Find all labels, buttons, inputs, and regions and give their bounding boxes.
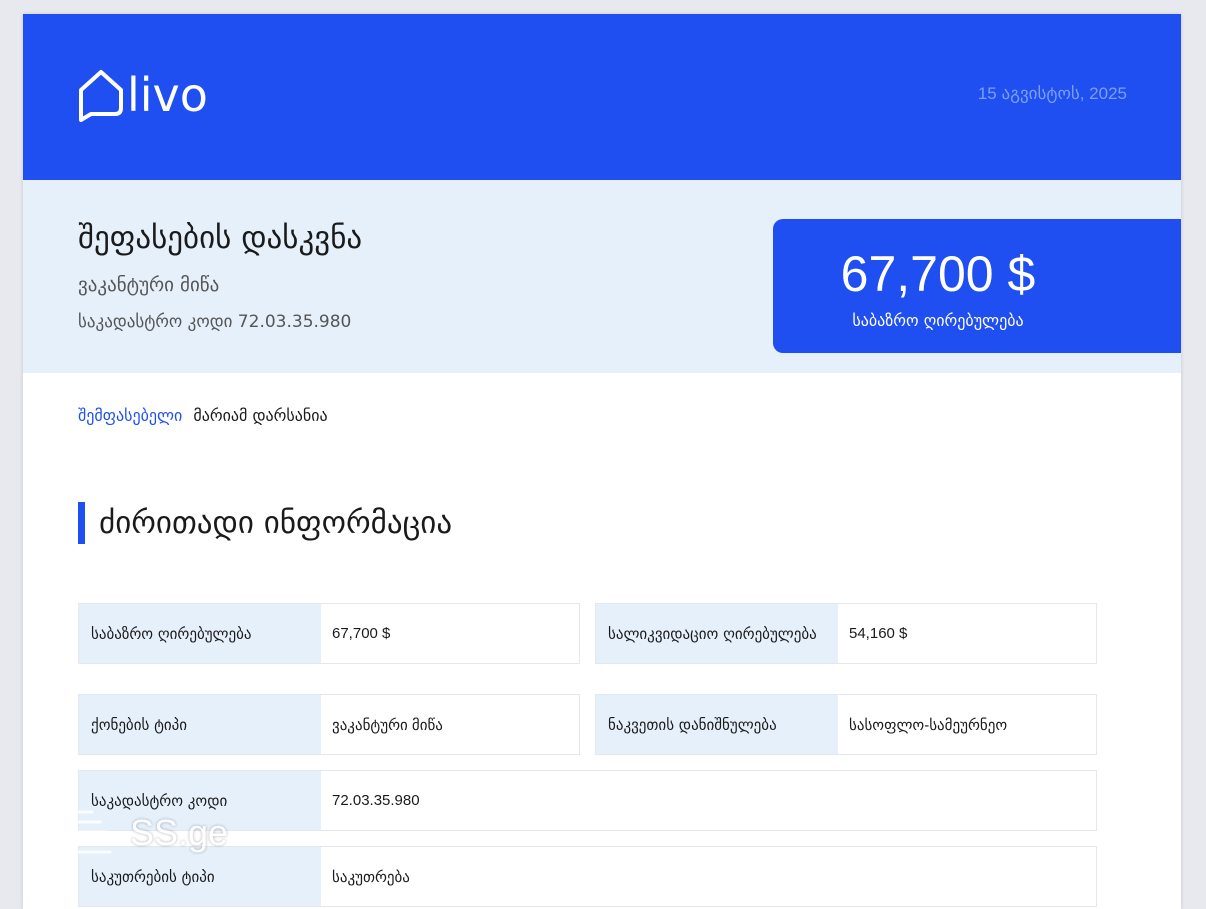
- ss-lines-icon: [52, 810, 112, 854]
- info-value: სასოფლო-სამეურნეო: [849, 716, 1008, 734]
- info-value: 67,700 $: [332, 625, 391, 642]
- info-label: ქონების ტიპი: [79, 695, 321, 754]
- info-row-market-value: საბაზრო ღირებულება 67,700 $: [78, 603, 580, 664]
- info-value: 54,160 $: [849, 625, 908, 642]
- appraiser-label: შემფასებელი: [78, 406, 183, 425]
- section-title: ძირითადი ინფორმაცია: [99, 505, 453, 541]
- header: livo 15 აგვისტოს, 2025: [23, 14, 1181, 180]
- property-type: ვაკანტური მიწა: [78, 274, 220, 296]
- info-value: ვაკანტური მიწა: [332, 716, 443, 734]
- cadastral-code: საკადასტრო კოდი 72.03.35.980: [78, 312, 352, 332]
- info-label: ნაკვეთის დანიშნულება: [596, 695, 838, 754]
- report-date: 15 აგვისტოს, 2025: [977, 84, 1127, 103]
- info-label: საბაზრო ღირებულება: [79, 604, 321, 663]
- market-value-amount: 67,700 $: [840, 246, 1036, 302]
- info-row-property-type: ქონების ტიპი ვაკანტური მიწა: [78, 694, 580, 755]
- watermark-text: SS.ge: [130, 812, 229, 853]
- info-row-liquidation-value: სალიკვიდაციო ღირებულება 54,160 $: [595, 603, 1097, 664]
- watermark: SS.ge: [52, 808, 228, 858]
- info-row-ownership-type: საკუთრების ტიპი საკუთრება: [78, 846, 1097, 907]
- logo-text: livo: [127, 68, 208, 122]
- logo: livo: [77, 66, 208, 124]
- value-card: 67,700 $ საბაზრო ღირებულება: [773, 219, 1181, 353]
- report-page: livo 15 აგვისტოს, 2025 შეფასების დასკვნა…: [23, 14, 1181, 909]
- appraiser-line: შემფასებელი მარიამ დარსანია: [78, 406, 328, 425]
- house-icon: [79, 70, 123, 122]
- section-accent-bar: [78, 502, 85, 544]
- info-label: სალიკვიდაციო ღირებულება: [596, 604, 838, 663]
- market-value-label: საბაზრო ღირებულება: [852, 311, 1024, 330]
- summary-panel: შეფასების დასკვნა ვაკანტური მიწა საკადას…: [23, 180, 1181, 373]
- info-row-land-purpose: ნაკვეთის დანიშნულება სასოფლო-სამეურნეო: [595, 694, 1097, 755]
- appraiser-name: მარიამ დარსანია: [193, 406, 328, 425]
- info-value: საკუთრება: [332, 868, 410, 886]
- report-title: შეფასების დასკვნა: [78, 220, 363, 256]
- info-row-cadastral-code: საკადასტრო კოდი 72.03.35.980: [78, 770, 1097, 831]
- info-value: 72.03.35.980: [332, 792, 420, 809]
- section-heading: ძირითადი ინფორმაცია: [78, 502, 452, 544]
